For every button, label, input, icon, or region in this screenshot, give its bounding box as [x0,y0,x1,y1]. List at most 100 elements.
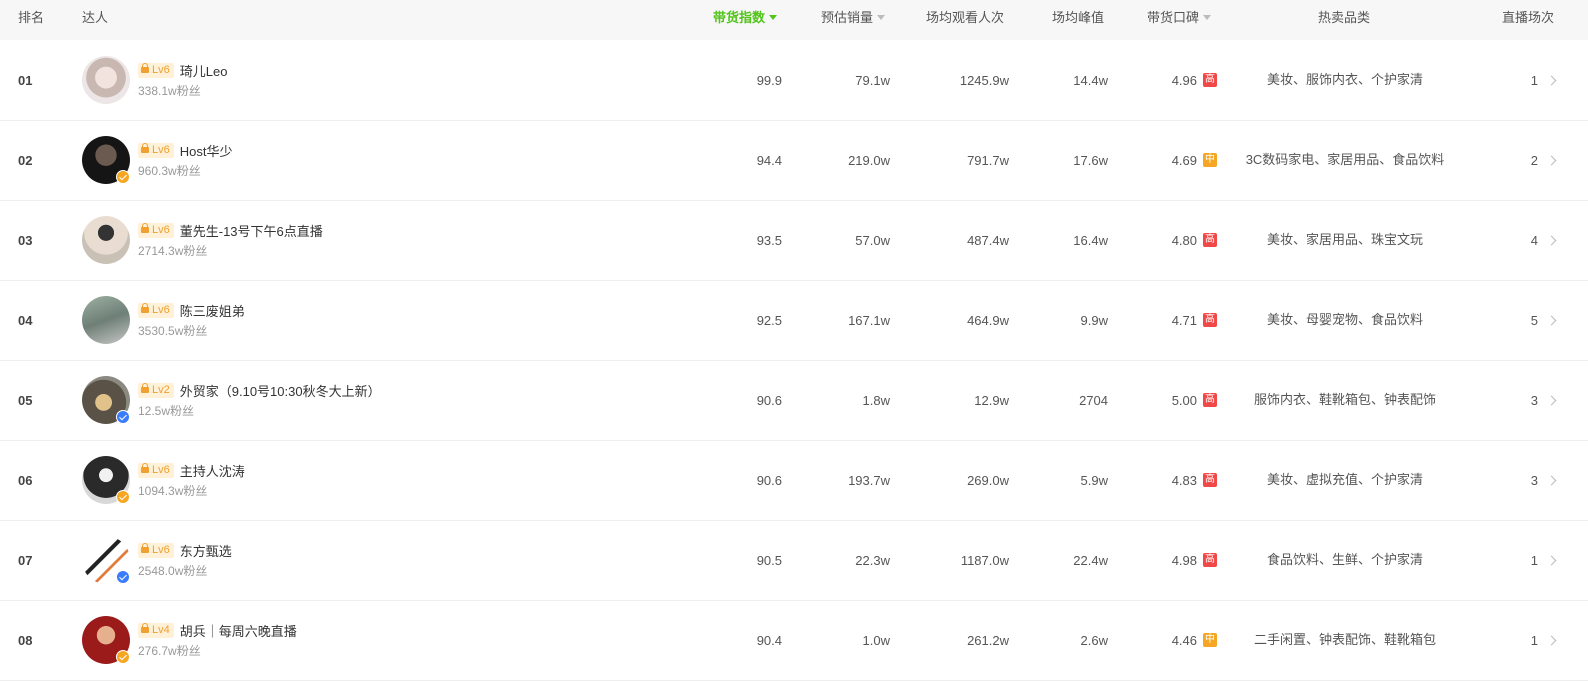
reputation-score: 4.96 [1171,72,1197,88]
table-row[interactable]: 03 Lv6 董先生-13号下午6点直播 2714.3w粉丝 93.5 57.0… [0,200,1588,281]
influencer-name[interactable]: 琦儿Leo [180,61,228,80]
level-text: Lv6 [152,464,170,476]
avatar[interactable] [82,216,130,264]
influencer-name-line[interactable]: Lv6 Host华少 [138,140,232,160]
chevron-right-icon[interactable] [1546,75,1557,85]
fans-count: 1094.3w粉丝 [138,484,208,498]
influencer-name-line[interactable]: Lv6 东方甄选 [138,540,232,560]
reputation-score: 5.00 [1171,392,1197,408]
live-count-cell[interactable]: 1 [1480,520,1557,600]
reputation-score: 4.69 [1171,152,1197,168]
avg-peak-value: 17.6w [1073,152,1108,168]
influencer-name[interactable]: 东方甄选 [180,541,232,560]
avatar[interactable] [82,296,130,344]
level-badge: Lv4 [138,622,174,638]
influencer-name[interactable]: 外贸家（9.10号10:30秋冬大上新） [180,381,381,400]
table-row[interactable]: 01 Lv6 琦儿Leo 338.1w粉丝 99.9 79.1w 1245.9w… [0,40,1588,121]
live-count-cell[interactable]: 5 [1480,280,1557,360]
header-reputation-sort[interactable]: 带货口碑 [1147,0,1212,40]
fans-count: 2714.3w粉丝 [138,244,208,258]
table-row[interactable]: 04 Lv6 陈三废姐弟 3530.5w粉丝 92.5 167.1w 464.9… [0,280,1588,361]
categories-text: 美妆、虚拟充值、个护家清 [1266,472,1423,487]
table-row[interactable]: 08 Lv4 胡兵｜每周六晚直播 276.7w粉丝 90.4 1.0w 261.… [0,600,1588,681]
reputation-cell: 4.96 高 [1120,40,1217,120]
reputation-score: 4.83 [1171,472,1197,488]
avatar[interactable] [82,136,130,184]
level-text: Lv4 [152,624,170,636]
fans-count: 338.1w粉丝 [138,84,201,98]
influencer-name[interactable]: 董先生-13号下午6点直播 [180,221,323,240]
chevron-right-icon[interactable] [1546,475,1557,485]
influencer-name[interactable]: Host华少 [180,141,233,160]
reputation-cell: 4.71 高 [1120,280,1217,360]
live-count-cell[interactable]: 3 [1480,440,1557,520]
avg-views-value: 12.9w [974,392,1009,408]
live-count-cell[interactable]: 2 [1480,120,1557,200]
categories-text: 美妆、服饰内衣、个护家清 [1266,72,1423,87]
hot-categories-value: 美妆、母婴宠物、食品饮料 [1238,280,1452,360]
sales-index-value: 99.9 [756,72,782,88]
chevron-right-icon[interactable] [1546,155,1557,165]
avg-peak-value: 22.4w [1073,552,1108,568]
header-avg-views: 场均观看人次 [926,10,1005,25]
avg-peak-value: 5.9w [1080,472,1108,488]
avg-views-value: 261.2w [967,632,1009,648]
chevron-right-icon[interactable] [1546,315,1557,325]
influencer-name-line[interactable]: Lv6 董先生-13号下午6点直播 [138,220,323,240]
rank-number: 05 [18,392,33,408]
lock-icon [141,463,149,473]
reputation-score: 4.98 [1171,552,1197,568]
est-sales-value: 167.1w [848,312,890,328]
est-sales-value: 193.7w [848,472,890,488]
table-row[interactable]: 02 Lv6 Host华少 960.3w粉丝 94.4 219.0w 791.7… [0,120,1588,201]
avatar-image [82,56,130,104]
influencer-name-line[interactable]: Lv6 陈三废姐弟 [138,300,245,320]
table-row[interactable]: 06 Lv6 主持人沈涛 1094.3w粉丝 90.6 193.7w 269.0… [0,440,1588,521]
chevron-right-icon[interactable] [1546,235,1557,245]
avatar[interactable] [82,456,130,504]
live-count-cell[interactable]: 1 [1480,600,1557,680]
avg-peak-value: 2.6w [1080,632,1108,648]
lock-icon [141,623,149,633]
avg-views-value: 487.4w [967,232,1009,248]
live-count-cell[interactable]: 3 [1480,360,1557,440]
influencer-name[interactable]: 主持人沈涛 [180,461,245,480]
avatar[interactable] [82,536,130,584]
chevron-right-icon[interactable] [1546,635,1557,645]
chevron-right-icon[interactable] [1546,395,1557,405]
influencer-name-line[interactable]: Lv6 主持人沈涛 [138,460,245,480]
header-sales-index-label: 带货指数 [713,10,766,25]
header-est-sales-sort[interactable]: 预估销量 [821,0,886,40]
est-sales-value: 219.0w [848,152,890,168]
live-count-cell[interactable]: 4 [1480,200,1557,280]
influencer-name-line[interactable]: Lv2 外贸家（9.10号10:30秋冬大上新） [138,380,381,400]
avatar[interactable] [82,376,130,424]
fans-count: 3530.5w粉丝 [138,324,208,338]
avg-peak-value: 14.4w [1073,72,1108,88]
live-count-cell[interactable]: 1 [1480,40,1557,120]
hot-categories-value: 食品饮料、生鲜、个护家清 [1238,520,1452,600]
table-row[interactable]: 05 Lv2 外贸家（9.10号10:30秋冬大上新） 12.5w粉丝 90.6… [0,360,1588,441]
influencer-name[interactable]: 陈三废姐弟 [180,301,245,320]
avg-peak-value: 2704 [1079,392,1108,408]
live-count-value: 4 [1530,232,1538,248]
influencer-name-line[interactable]: Lv6 琦儿Leo [138,60,227,80]
influencer-name-line[interactable]: Lv4 胡兵｜每周六晚直播 [138,620,297,640]
header-avg-peak: 场均峰值 [1052,10,1105,25]
header-est-sales-label: 预估销量 [821,10,874,25]
lock-icon [141,303,149,313]
chevron-right-icon[interactable] [1546,555,1557,565]
hot-categories-value: 美妆、家居用品、珠宝文玩 [1238,200,1452,280]
live-count-value: 1 [1530,632,1538,648]
influencer-name[interactable]: 胡兵｜每周六晚直播 [180,621,297,640]
reputation-cell: 4.46 中 [1120,600,1217,680]
sales-index-value: 94.4 [756,152,782,168]
header-sales-index-sort[interactable]: 带货指数 [713,0,778,40]
avatar[interactable] [82,56,130,104]
rank-number: 07 [18,552,33,568]
level-text: Lv6 [152,544,170,556]
categories-text: 食品饮料、生鲜、个护家清 [1266,552,1423,567]
avatar[interactable] [82,616,130,664]
hot-categories-value: 美妆、服饰内衣、个护家清 [1238,40,1452,120]
table-row[interactable]: 07 Lv6 东方甄选 2548.0w粉丝 90.5 22.3w 1187.0w… [0,520,1588,601]
